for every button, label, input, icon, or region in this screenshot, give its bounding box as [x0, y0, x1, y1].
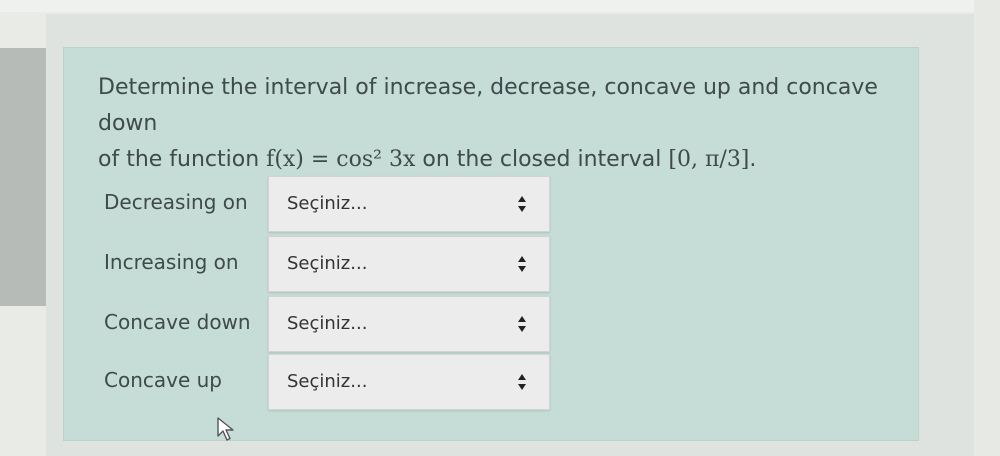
- top-band: [0, 0, 1000, 12]
- left-side-panel: [0, 48, 46, 306]
- up-down-arrow-icon: [518, 256, 526, 272]
- question-card: Determine the interval of increase, decr…: [64, 48, 918, 441]
- row-decreasing: Decreasing on Seçiniz...: [98, 176, 558, 232]
- function-formula: f(x) = cos² 3x: [266, 147, 416, 172]
- concave-up-select[interactable]: Seçiniz...: [268, 354, 550, 410]
- interval-formula: [0, π/3]: [668, 147, 750, 172]
- decreasing-select[interactable]: Seçiniz...: [268, 176, 550, 232]
- question-line-1: Determine the interval of increase, decr…: [98, 75, 878, 136]
- concave-up-select-value: Seçiniz...: [287, 371, 368, 392]
- mouse-pointer-icon: [217, 417, 234, 441]
- increasing-label: Increasing on: [104, 250, 239, 274]
- up-down-arrow-icon: [518, 374, 526, 390]
- up-down-arrow-icon: [518, 316, 526, 332]
- decreasing-select-value: Seçiniz...: [287, 193, 368, 214]
- increasing-select[interactable]: Seçiniz...: [268, 236, 550, 292]
- concave-down-select[interactable]: Seçiniz...: [268, 296, 550, 352]
- row-concave-up: Concave up Seçiniz...: [98, 354, 558, 410]
- right-edge: [974, 0, 1000, 456]
- concave-down-label: Concave down: [104, 310, 251, 334]
- up-down-arrow-icon: [518, 196, 526, 212]
- concave-up-label: Concave up: [104, 368, 222, 392]
- question-line-2-suffix: .: [749, 147, 757, 172]
- increasing-select-value: Seçiniz...: [287, 253, 368, 274]
- question-line-2-mid: on the closed interval: [415, 147, 669, 172]
- row-concave-down: Concave down Seçiniz...: [98, 296, 558, 352]
- decreasing-label: Decreasing on: [104, 190, 248, 214]
- row-increasing: Increasing on Seçiniz...: [98, 236, 558, 292]
- question-text: Determine the interval of increase, decr…: [98, 70, 908, 178]
- question-line-2: of the function f(x) = cos² 3x on the cl…: [98, 142, 908, 178]
- concave-down-select-value: Seçiniz...: [287, 313, 368, 334]
- question-line-2-prefix: of the function: [98, 147, 267, 172]
